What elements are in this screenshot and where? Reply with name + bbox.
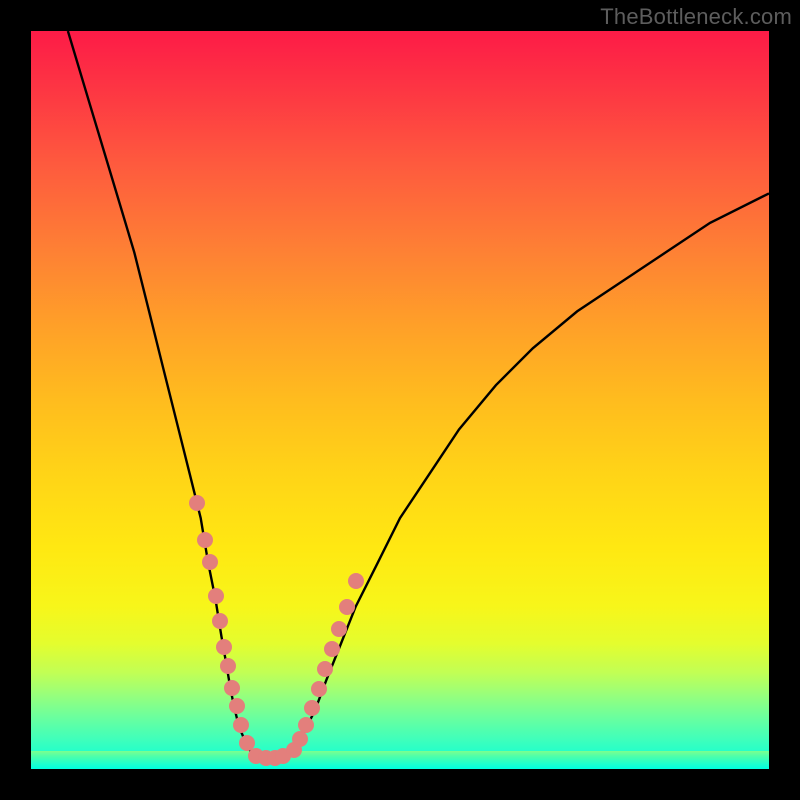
optimal-band xyxy=(31,751,769,769)
chart-frame: TheBottleneck.com xyxy=(0,0,800,800)
plot-area xyxy=(31,31,769,769)
watermark-text: TheBottleneck.com xyxy=(600,4,792,30)
